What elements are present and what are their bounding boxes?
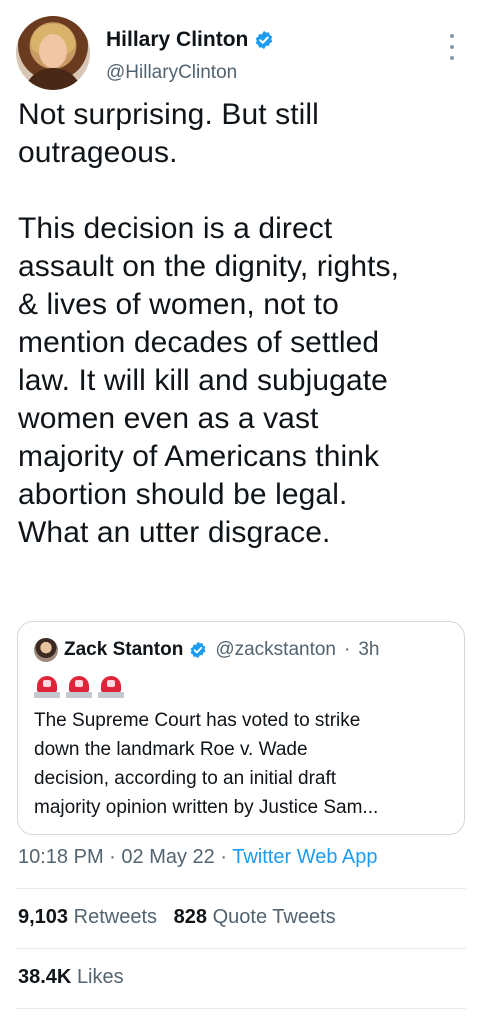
verified-badge-icon xyxy=(190,641,206,659)
quoted-separator: · xyxy=(344,639,351,660)
quoted-time: 3h xyxy=(358,639,380,660)
likes-stat[interactable]: 38.4K Likes xyxy=(18,966,124,988)
quoted-author-handle: @zackstanton xyxy=(215,639,336,660)
quote-tweets-count: 828 xyxy=(173,906,208,928)
police-siren-icon xyxy=(66,674,92,698)
author-handle[interactable]: @HillaryClinton xyxy=(106,62,237,84)
siren-emoji-row xyxy=(34,674,124,698)
author-avatar[interactable] xyxy=(16,16,90,90)
likes-count: 38.4K xyxy=(18,966,72,988)
more-options-icon[interactable] xyxy=(444,34,460,60)
meta-separator: · xyxy=(109,846,116,868)
quoted-author-name: Zack Stanton xyxy=(64,639,184,660)
divider xyxy=(16,1008,466,1009)
retweets-count: 9,103 xyxy=(18,906,69,928)
meta-separator: · xyxy=(220,846,228,868)
divider xyxy=(16,948,466,949)
tweet-metadata: 10:18 PM · 02 May 22 · Twitter Web App xyxy=(18,846,378,869)
police-siren-icon xyxy=(98,674,124,698)
quoted-tweet-text: The Supreme Court has voted to strike do… xyxy=(34,710,379,818)
quote-tweets-stat[interactable]: 828 Quote Tweets xyxy=(174,906,336,928)
source-app-link[interactable]: Twitter Web App xyxy=(232,846,377,868)
likes-label: Likes xyxy=(76,966,124,988)
likes-row: 38.4K Likes xyxy=(18,966,124,989)
verified-badge-icon xyxy=(256,30,273,50)
quote-tweets-label: Quote Tweets xyxy=(212,906,336,928)
author-name-row: Hillary Clinton xyxy=(106,28,274,52)
author-name[interactable]: Hillary Clinton xyxy=(106,28,248,52)
engagement-row: 9,103 Retweets 828 Quote Tweets xyxy=(18,906,336,929)
retweets-stat[interactable]: 9,103 Retweets xyxy=(18,906,157,928)
tweet-time[interactable]: 10:18 PM xyxy=(18,846,104,868)
tweet-date[interactable]: 02 May 22 xyxy=(121,846,214,868)
divider xyxy=(16,888,466,889)
quoted-tweet-header: Zack Stanton @zackstanton · 3h xyxy=(34,638,379,662)
police-siren-icon xyxy=(34,674,60,698)
quoted-author-avatar xyxy=(34,638,58,662)
tweet-header: Hillary Clinton @HillaryClinton xyxy=(16,16,466,98)
tweet-text: Not surprising. But still outrageous. Th… xyxy=(18,98,400,549)
quoted-tweet[interactable]: Zack Stanton @zackstanton · 3h The Supre… xyxy=(17,621,465,835)
retweets-label: Retweets xyxy=(73,906,157,928)
